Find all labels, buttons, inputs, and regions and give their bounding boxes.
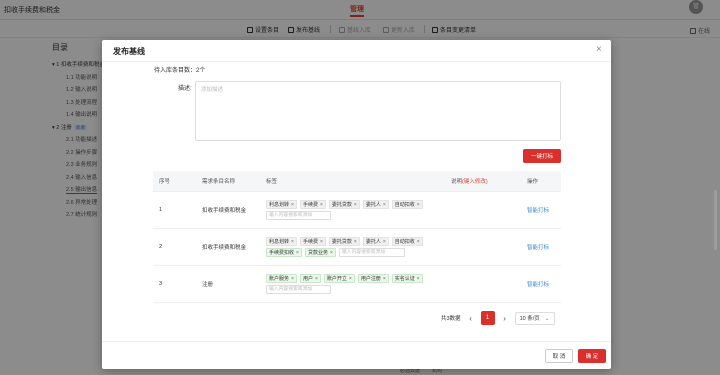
description-label: 描述: [178,86,192,92]
remove-tag-icon[interactable]: × [320,202,323,208]
row-desc[interactable] [449,229,509,265]
suggested-tag: 账户开立 × [323,274,355,283]
tag-search-input[interactable] [338,248,405,257]
remove-tag-icon[interactable]: × [296,250,299,256]
column-header-no: 序号 [159,179,171,185]
table-row: 1 扣收手续费和税金 利息划转× 手续费× 委托贷款× 委托人× 自动扣收× 智… [153,192,561,229]
tag-list: 利息划转 × 手续费 × 委托贷款 × 委托人 × 自动扣收 × 手续费扣收 × 贷款业务 × [266,229,449,265]
row-number: 1 [159,207,163,213]
page-scrollbar[interactable] [714,190,717,250]
tag: 委托贷款 × [328,200,360,209]
tag-list: 利息划转 × 手续费 × 委托贷款 × 委托人 × 自动扣收 × [266,192,449,228]
remove-tag-icon[interactable]: × [291,202,294,208]
confirm-button[interactable]: 确 定 [578,349,606,363]
remove-tag-icon[interactable]: × [291,276,294,282]
tag-search-input[interactable] [266,285,331,294]
remove-tag-icon[interactable]: × [354,202,357,208]
row-number: 3 [159,281,163,287]
suggested-tag: 用户 × [299,274,321,283]
row-name: 注册 [202,282,214,288]
suggested-tag: 实名认证 × [391,274,423,283]
tag: 手续费 × [299,200,326,209]
suggested-tag: 账户服务 × [266,274,297,283]
remove-tag-icon[interactable]: × [330,250,333,256]
remove-tag-icon[interactable]: × [320,239,323,245]
remove-tag-icon[interactable]: × [417,239,420,245]
remove-tag-icon[interactable]: × [383,202,386,208]
page-size-select[interactable]: 10 条/页 ⌄ [514,311,555,325]
table-row: 2 扣收手续费和税金 利息划转 × 手续费 × 委托贷款 × 委托人 × 自动扣收 × 手… [153,229,561,266]
pagination-total: 共3数据 [441,316,461,322]
remove-tag-icon[interactable]: × [417,202,420,208]
tag: 委托贷款 × [328,237,360,246]
column-header-desc: 说明(键入修改) [451,179,488,185]
tag: 利息划转 × [266,237,297,246]
remove-tag-icon[interactable]: × [291,239,294,245]
chevron-down-icon: ⌄ [544,315,550,322]
row-name: 扣收手续费和税金 [202,245,247,251]
description-input[interactable] [196,82,560,140]
table-header: 序号 需求条目名称 标签 说明(键入修改) 操作 [153,171,561,192]
dialog-header: 发布基线 × [102,40,611,62]
tag: 自动扣收 × [391,237,423,246]
smart-tag-link[interactable]: 智能打标 [527,280,549,288]
tag: 利息划转 × [266,200,297,209]
smart-tag-link[interactable]: 智能打标 [527,206,549,214]
page-1-button[interactable]: 1 [480,311,495,325]
edit-hint: (键入修改) [462,179,488,185]
row-desc[interactable] [449,192,509,228]
column-header-name: 需求条目名称 [202,179,236,185]
table-row: 3 注册 账户服务× 用户× 账户开立× 用户注册× 实名认证× 智能打标 [153,266,561,303]
remove-tag-icon[interactable]: × [417,276,420,282]
pagination: 共3数据 ‹ 1 › 10 条/页 ⌄ [441,311,555,325]
cancel-button[interactable]: 取 消 [545,349,573,363]
suggested-tag: 手续费扣收 × [266,248,302,257]
remove-tag-icon[interactable]: × [315,276,318,282]
publish-baseline-dialog: 发布基线 × 待入库条目数：2个 描述: 一键打标 序号 需求条目名称 标签 说… [102,40,611,369]
tag: 自动扣收 × [391,200,423,209]
suggested-tag: 贷款业务 × [304,248,336,257]
remove-tag-icon[interactable]: × [349,276,352,282]
close-icon[interactable]: × [596,44,602,55]
tag: 委托人 × [362,237,389,246]
entries-table: 序号 需求条目名称 标签 说明(键入修改) 操作 1 扣收手续费和税金 利息划转… [153,171,561,303]
description-field-wrapper [195,81,561,141]
dialog-title: 发布基线 [113,47,145,56]
pending-count: 待入库条目数：2个 [154,68,206,74]
one-click-tag-button[interactable]: 一键打标 [523,149,561,163]
dialog-footer: 取 消 确 定 [102,341,611,369]
remove-tag-icon[interactable]: × [383,239,386,245]
column-header-tag: 标签 [266,179,278,185]
smart-tag-link[interactable]: 智能打标 [527,243,549,251]
tag: 手续费 × [299,237,326,246]
column-header-op: 操作 [527,179,539,185]
row-desc[interactable] [449,266,509,302]
row-number: 2 [159,244,163,250]
prev-page-icon[interactable]: ‹ [467,314,475,323]
tag-list: 账户服务 × 用户 × 账户开立 × 用户注册 × 实名认证 × [266,266,449,302]
next-page-icon[interactable]: › [501,314,509,323]
remove-tag-icon[interactable]: × [383,276,386,282]
suggested-tag: 用户注册 × [357,274,389,283]
remove-tag-icon[interactable]: × [354,239,357,245]
tag-search-input[interactable] [266,211,331,220]
row-name: 扣收手续费和税金 [202,208,247,214]
tag: 委托人 × [362,200,389,209]
